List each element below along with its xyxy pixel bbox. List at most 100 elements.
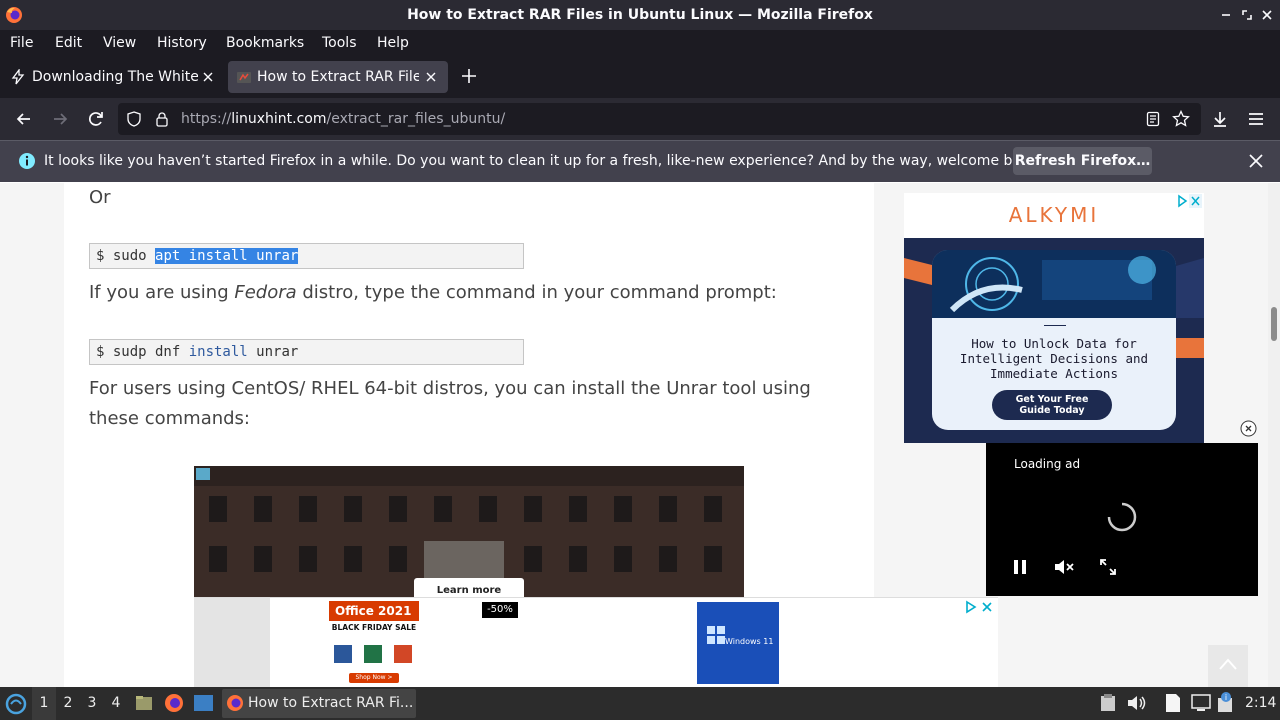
hamburger-menu-icon[interactable]: [1246, 109, 1266, 129]
clipboard-icon[interactable]: [1100, 694, 1116, 712]
bottom-anchor-ad[interactable]: Office 2021 BLACK FRIDAY SALE Shop Now >…: [194, 597, 998, 688]
bookmark-star-icon[interactable]: [1172, 110, 1190, 128]
back-icon[interactable]: [14, 109, 34, 129]
menu-bar: File Edit View History Bookmarks Tools H…: [0, 30, 1280, 56]
or-text: Or: [89, 187, 111, 208]
fedora-paragraph: If you are using Fedora distro, type the…: [89, 278, 777, 308]
notification-bar: It looks like you haven’t started Firefo…: [0, 140, 1280, 182]
loading-spinner-icon: [1107, 502, 1137, 532]
linuxhint-favicon-icon: [237, 72, 251, 83]
workspace-4[interactable]: 4: [104, 687, 128, 720]
close-video-ad-icon[interactable]: [1240, 420, 1257, 437]
lightning-icon: [11, 69, 25, 85]
menu-tools[interactable]: Tools: [322, 30, 357, 54]
url-bar[interactable]: https://linuxhint.com/extract_rar_files_…: [118, 103, 1201, 135]
adchoices-icon[interactable]: [1176, 194, 1202, 208]
menu-edit[interactable]: Edit: [55, 30, 82, 54]
maximize-icon[interactable]: [1239, 7, 1255, 23]
video-ad-status: Loading ad: [1014, 457, 1081, 471]
scrollbar-thumb[interactable]: [1271, 307, 1277, 341]
downloads-icon[interactable]: [1210, 109, 1230, 129]
office-ad-shop-button[interactable]: Shop Now >: [349, 673, 399, 683]
reload-icon[interactable]: [86, 109, 106, 129]
video-ad-player[interactable]: Loading ad: [986, 443, 1258, 596]
fullscreen-icon[interactable]: [1099, 558, 1117, 576]
fedora-after: distro, type the command in your command…: [296, 282, 777, 303]
workspace-2[interactable]: 2: [56, 687, 80, 720]
system-taskbar: 1 2 3 4 How to Extract RAR Fi... i 2:14: [0, 687, 1280, 720]
menu-view[interactable]: View: [103, 30, 136, 54]
ad-cta-button[interactable]: Get Your Free Guide Today: [992, 390, 1112, 420]
centos-line-2: these commands:: [89, 408, 250, 429]
embedded-video[interactable]: Learn more: [194, 466, 744, 601]
office-ad-sale: BLACK FRIDAY SALE: [331, 623, 417, 632]
navigation-bar: https://linuxhint.com/extract_rar_files_…: [0, 98, 1280, 140]
menu-file[interactable]: File: [10, 30, 33, 54]
reader-view-icon[interactable]: [1145, 111, 1161, 127]
close-tab-icon[interactable]: [424, 70, 438, 84]
workspace-3[interactable]: 3: [80, 687, 104, 720]
update-notifier-icon[interactable]: i: [1216, 692, 1238, 714]
ad-headline-line: How to Unlock Data for: [971, 336, 1137, 351]
window-title: How to Extract RAR Files in Ubuntu Linux…: [407, 7, 873, 23]
volume-icon[interactable]: [1127, 694, 1147, 712]
alkymi-logo: ALKYMI: [1008, 203, 1100, 227]
notes-icon[interactable]: [1164, 693, 1182, 713]
forward-icon[interactable]: [50, 109, 70, 129]
windows-ad-creative[interactable]: Windows 11: [697, 602, 779, 684]
windows-logo-icon: [707, 626, 725, 644]
tab-downloading[interactable]: Downloading The White I: [4, 61, 222, 93]
url-domain: linuxhint.com: [231, 111, 327, 127]
code-keyword: install: [188, 344, 248, 360]
code-selected: apt install unrar: [155, 248, 299, 264]
code-prompt: $ sudo: [96, 248, 156, 264]
clock: 2:14: [1245, 695, 1277, 711]
tab-title: Downloading The White I: [32, 69, 198, 85]
ad-cta-line: Get Your Free: [1015, 394, 1089, 405]
menu-bookmarks[interactable]: Bookmarks: [226, 30, 304, 54]
sidebar-ad[interactable]: ALKYMI How to Unlock Data for Intelligen…: [904, 193, 1204, 443]
pause-icon[interactable]: [1011, 558, 1029, 576]
code-prompt: $ sudp dnf: [96, 344, 189, 360]
workspace-1[interactable]: 1: [32, 687, 56, 720]
shield-icon[interactable]: [126, 111, 142, 127]
menu-history[interactable]: History: [157, 30, 207, 54]
office-apps-icon: [334, 645, 412, 663]
ad-cta-line: Guide Today: [1019, 405, 1085, 416]
code-block-dnf[interactable]: $ sudp dnf install unrar: [89, 339, 524, 365]
code-block-apt[interactable]: $ sudo apt install unrar: [89, 243, 524, 269]
tab-extract-rar[interactable]: How to Extract RAR Files: [228, 61, 448, 93]
new-tab-icon[interactable]: [460, 67, 478, 85]
svg-text:i: i: [1225, 693, 1227, 702]
minimize-icon[interactable]: [1218, 7, 1234, 23]
scroll-to-top-button[interactable]: [1208, 645, 1248, 687]
adchoices-icon[interactable]: [964, 600, 994, 614]
office-ad-creative[interactable]: Office 2021 BLACK FRIDAY SALE Shop Now >: [329, 601, 419, 687]
menu-help[interactable]: Help: [377, 30, 409, 54]
page-scrollbar[interactable]: [1268, 183, 1280, 687]
centos-line-1: For users using CentOS/ RHEL 64-bit dist…: [89, 378, 811, 399]
ad-divider: [1044, 325, 1066, 326]
firefox-launcher-icon[interactable]: [164, 693, 184, 713]
close-window-icon[interactable]: [1259, 7, 1275, 23]
info-icon: [19, 153, 35, 169]
close-tab-icon[interactable]: [201, 70, 215, 84]
ad-headline-line: Immediate Actions: [990, 366, 1118, 381]
screen-icon[interactable]: [1191, 694, 1211, 712]
hand-data-graphic: [932, 250, 1176, 318]
mute-icon[interactable]: [1054, 558, 1074, 576]
taskbar-firefox-window[interactable]: How to Extract RAR Fi...: [222, 689, 416, 718]
url-text[interactable]: https://linuxhint.com/extract_rar_files_…: [181, 103, 505, 135]
chevron-up-icon: [1219, 658, 1237, 670]
lock-icon[interactable]: [154, 111, 170, 127]
ad-headline-line: Intelligent Decisions and: [959, 351, 1149, 366]
desktop-icon[interactable]: [193, 694, 214, 712]
close-notification-icon[interactable]: [1248, 153, 1264, 169]
ad-left-panel: [194, 598, 270, 688]
fedora-before: If you are using: [89, 282, 235, 303]
window-titlebar: How to Extract RAR Files in Ubuntu Linux…: [0, 0, 1280, 30]
refresh-firefox-button[interactable]: Refresh Firefox…: [1013, 147, 1152, 175]
file-manager-icon[interactable]: [134, 693, 154, 713]
start-menu-icon[interactable]: [5, 693, 27, 715]
office-ad-title: Office 2021: [329, 601, 419, 621]
